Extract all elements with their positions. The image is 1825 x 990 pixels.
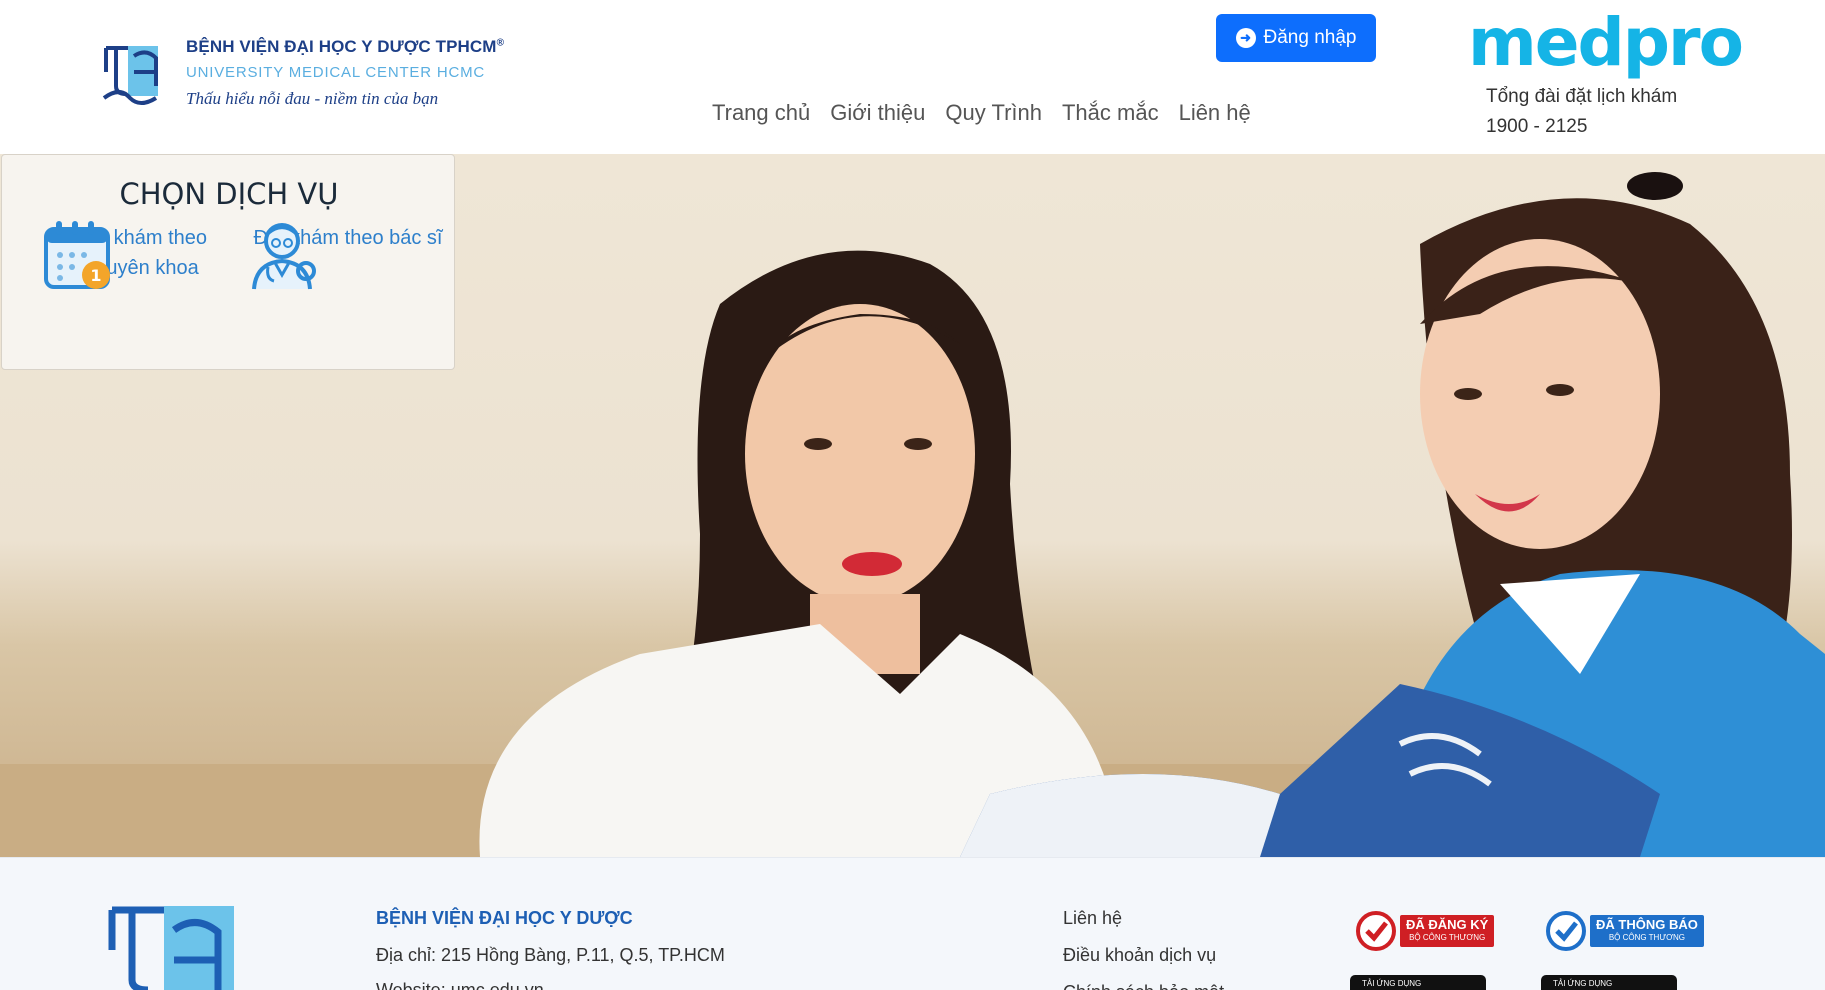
hotline-label: Tổng đài đặt lịch khám (1486, 86, 1678, 107)
medpro-logo[interactable]: medpro (1468, 4, 1744, 81)
nav-faq[interactable]: Thắc mắc (1062, 100, 1159, 126)
footer-links: Liên hệ Điều khoản dịch vụ Chính sách bả… (1063, 908, 1224, 990)
svg-text:1: 1 (90, 266, 101, 285)
registered-badge-label: ĐÃ ĐĂNG KÝ BỘ CÔNG THƯƠNG (1400, 915, 1495, 947)
footer-link-contact[interactable]: Liên hệ (1063, 908, 1224, 929)
notified-badge[interactable]: ĐÃ THÔNG BÁO BỘ CÔNG THƯƠNG (1546, 910, 1704, 952)
app-store-button[interactable]: TẢI ỨNG DỤNG (1541, 975, 1677, 990)
footer-hospital-logo (108, 906, 234, 990)
google-play-button[interactable]: TẢI ỨNG DỤNG (1350, 975, 1486, 990)
footer-hospital-name: BỆNH VIỆN ĐẠI HỌC Y DƯỢC (376, 908, 633, 928)
hospital-logo[interactable] (100, 42, 166, 110)
nav-contact[interactable]: Liên hệ (1179, 100, 1251, 126)
calendar-icon: 1 (44, 221, 110, 289)
hospital-name-en: UNIVERSITY MEDICAL CENTER HCMC (186, 64, 486, 81)
login-label: Đăng nhập (1263, 27, 1357, 48)
arrow-right-circle-icon: ➜ (1235, 28, 1256, 48)
hospital-slogan: Thấu hiểu nỗi đau - niềm tin của bạn (186, 89, 439, 108)
site-header: BỆNH VIỆN ĐẠI HỌC Y DƯỢC TPHCM® UNIVERSI… (0, 0, 1825, 154)
nav-home[interactable]: Trang chủ (712, 100, 810, 126)
footer-link-privacy[interactable]: Chính sách bảo mật (1063, 982, 1224, 990)
check-badge-icon (1356, 911, 1396, 951)
site-footer: BỆNH VIỆN ĐẠI HỌC Y DƯỢC Địa chỉ: 215 Hồ… (0, 857, 1825, 990)
registered-badge[interactable]: ĐÃ ĐĂNG KÝ BỘ CÔNG THƯƠNG (1356, 910, 1495, 952)
footer-link-terms[interactable]: Điều khoản dịch vụ (1063, 945, 1224, 966)
login-button[interactable]: ➜ Đăng nhập (1216, 14, 1376, 62)
check-badge-icon (1546, 911, 1586, 951)
service-title: CHỌN DỊCH VỤ (119, 177, 339, 211)
hotline-number: 1900 - 2125 (1486, 116, 1588, 137)
book-by-doctor[interactable]: Đặt khám theo bác sĩ (248, 219, 448, 290)
nav-process[interactable]: Quy Trình (945, 100, 1042, 126)
doctor-icon (252, 223, 316, 290)
hero-banner: CHỌN DỊCH VỤ 1 Đặt khám theo chuyên khoa (0, 154, 1825, 857)
hospital-name: BỆNH VIỆN ĐẠI HỌC Y DƯỢC TPHCM® (186, 37, 505, 56)
service-selector: CHỌN DỊCH VỤ 1 Đặt khám theo chuyên khoa (1, 154, 455, 370)
main-nav: Trang chủ Giới thiệu Quy Trình Thắc mắc … (712, 100, 1251, 126)
footer-address: Địa chỉ: 215 Hồng Bàng, P.11, Q.5, TP.HC… (376, 945, 725, 965)
footer-website[interactable]: Website: umc.edu.vn (376, 980, 544, 990)
notified-badge-label: ĐÃ THÔNG BÁO BỘ CÔNG THƯƠNG (1590, 915, 1704, 947)
book-by-specialty[interactable]: 1 Đặt khám theo chuyên khoa (42, 219, 242, 289)
nav-about[interactable]: Giới thiệu (830, 100, 925, 126)
